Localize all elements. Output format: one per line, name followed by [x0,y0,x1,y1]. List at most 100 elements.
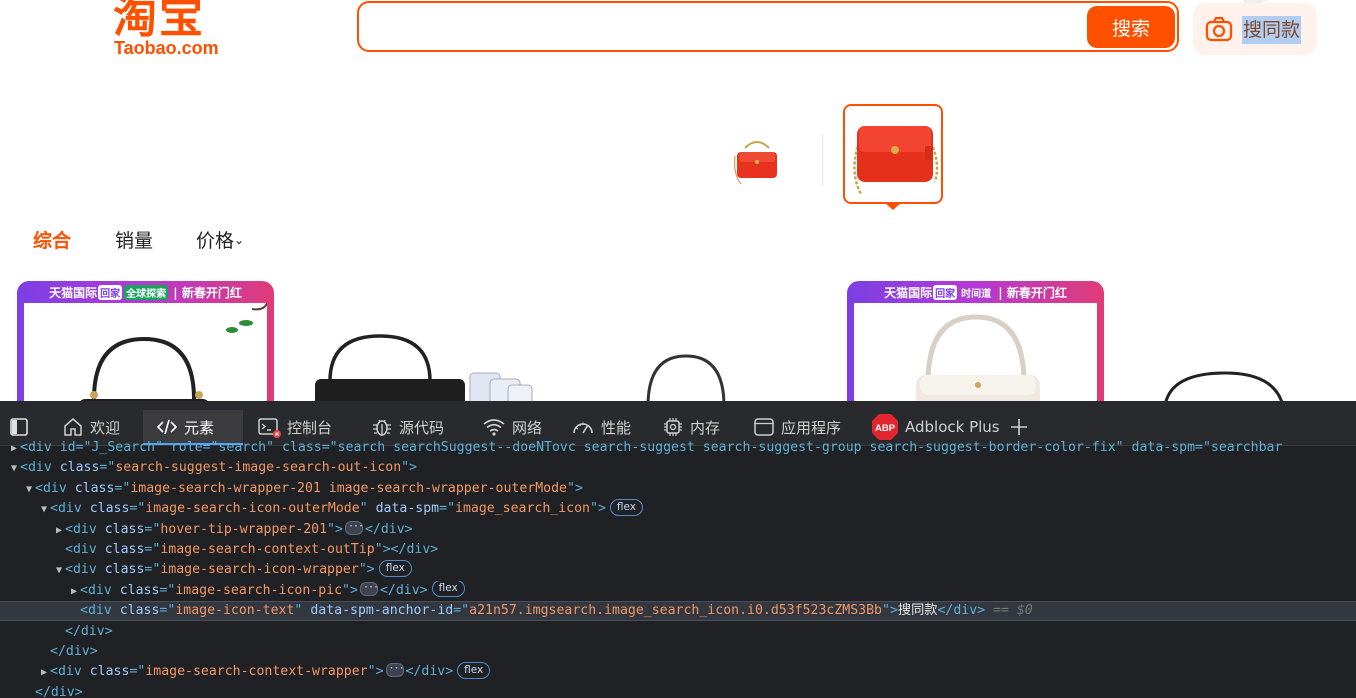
attr-punct: =" [129,664,146,680]
attr-name: class [104,562,145,578]
dom-node[interactable]: ▶ <div id="J_Search" role="search" class=… [0,438,1356,458]
image-search-label: 搜同款 [1242,16,1302,44]
attr-punct: =" [129,501,146,517]
red-handbag-image [853,126,939,195]
tab-label: 内存 [690,418,721,437]
expand-toggle-icon[interactable]: ▶ [68,582,80,601]
product-card[interactable]: 天猫国际 回家 全球探索 | 新春开门红 [17,281,274,401]
flex-badge[interactable]: flex [609,499,644,516]
promo-banner: 天猫国际 回家 全球探索 | 新春开门红 [49,285,242,300]
sort-tab-sales[interactable]: 销量 [115,226,153,253]
bug-icon [373,419,391,436]
promo-badge: 时间道 [959,285,994,300]
promo-badge: 回家 [933,285,958,300]
ellipsis-expand-button[interactable] [385,662,404,679]
thumbnail-divider [822,135,823,185]
attr-name: class [119,582,160,598]
dom-node-selected[interactable]: <div class="image-icon-text" data-spm-an… [0,601,1356,622]
chevron-down-icon: ⌄ [234,233,245,247]
tab-label: Adblock Plus [905,418,1000,436]
attr-punct: =" [144,521,161,537]
white-handbag-image [916,314,1040,401]
attr-punct: =" [453,603,470,619]
attr-name: class [104,542,145,557]
collapse-toggle-icon[interactable]: ▼ [23,480,35,499]
abp-icon: ABP [872,414,898,440]
dom-node[interactable]: </div> [0,622,1356,642]
attr-punct: =" [159,582,176,598]
dom-node[interactable]: </div> [0,683,1356,698]
tag-open: <div [65,521,97,537]
dom-node[interactable]: ▼ <div class="image-search-wrapper-201 im… [0,479,1356,499]
tag-open: <div [65,542,97,557]
product-card[interactable] [1115,281,1356,401]
search-image-thumbnail[interactable] [731,134,783,192]
closing-tag: </div> [405,664,454,680]
dom-node[interactable]: ▼ <div class="image-search-icon-wrapper">… [0,560,1356,580]
plus-icon [1011,419,1027,435]
taobao-logo[interactable]: 淘宝 Taobao.com [113,0,243,68]
tab-label: 应用程序 [781,418,842,437]
sort-tab-comprehensive[interactable]: 综合 [33,226,71,253]
black-handbag-image [315,334,533,401]
collapse-toggle-icon[interactable]: ▼ [38,500,50,519]
dom-node[interactable]: </div> [0,642,1356,662]
attr-punct: " [294,603,303,619]
sort-tab-price-label: 价格 [196,230,235,252]
attr-punct: " [367,664,376,680]
flex-badge[interactable]: flex [378,560,412,577]
attr-name: class [74,480,115,496]
taobao-page: 淘宝 Taobao.com 搜索 搜同款 综合 销量 价格⌄ 天猫国际 回家 全… [0,0,1356,401]
attr-punct: =" [159,603,176,619]
promo-prefix: 天猫国际 [49,286,98,300]
attr-value: image-search-icon-wrapper [160,562,359,578]
attr-punct: " [590,501,598,517]
ellipsis-expand-button[interactable] [359,581,378,598]
tag-open: <div [80,603,112,619]
image-search-button[interactable]: 搜同款 [1193,3,1317,55]
product-card[interactable]: 天猫国际 回家 时间道 | 新春开门红 [847,281,1104,401]
flex-badge[interactable]: flex [431,580,465,598]
search-button[interactable]: 搜索 [1087,6,1175,48]
ellipsis-expand-button[interactable] [344,520,363,537]
tag-close-bracket: > [382,542,391,557]
attr-punct: " [342,582,350,598]
attr-punct: =" [99,460,116,476]
search-input[interactable] [371,11,1075,45]
home-icon [64,418,82,436]
attr-name: class [119,603,160,619]
attr-punct: " [881,603,890,619]
dom-node[interactable]: ▶<div class="hover-tip-wrapper-201"> </di… [0,520,1356,540]
attr-punct: =" [144,562,161,578]
tag-close-bracket: > [889,603,898,619]
attr-punct: " [401,460,410,476]
dom-node[interactable]: ▼ <div class="search-suggest-image-search… [0,458,1356,478]
collapse-toggle-icon[interactable]: ▼ [8,459,20,478]
expand-toggle-icon[interactable]: ▶ [38,663,50,682]
expand-toggle-icon[interactable]: ▶ [53,521,65,540]
product-card[interactable] [562,281,819,401]
console-icon [258,418,281,438]
attr-punct: " [327,521,335,537]
attr-value: image-search-context-wrapper [145,664,368,680]
attr-name: class [59,460,100,476]
black-handbag-image [646,354,726,401]
promo-suffix: 新春开门红 [1006,286,1067,300]
collapse-toggle-icon[interactable]: ▼ [53,561,65,580]
dom-node[interactable]: <div class="image-search-context-outTip"… [0,540,1356,560]
dom-node[interactable]: ▶<div class="image-search-icon-pic"> </di… [0,580,1356,601]
selected-image-caret [885,203,901,210]
tag-open: <div [35,480,67,496]
expand-toggle-icon[interactable]: ▶ [8,439,20,458]
promo-suffix: 新春开门红 [181,286,242,300]
dom-node[interactable]: ▶ <div class="image-search-context-wrappe… [0,662,1356,682]
dom-node[interactable]: ▼ <div class="image-search-icon-outerMode… [0,499,1356,519]
code-icon [156,419,178,435]
selected-search-image[interactable] [843,104,943,204]
flex-badge[interactable]: flex [457,662,491,679]
product-card[interactable] [290,281,547,401]
sort-tab-price[interactable]: 价格⌄ [196,226,244,253]
tag-close-bracket: > [366,562,375,578]
tag-open: <div [80,582,112,598]
toggle-sidebar-icon[interactable] [10,418,28,436]
